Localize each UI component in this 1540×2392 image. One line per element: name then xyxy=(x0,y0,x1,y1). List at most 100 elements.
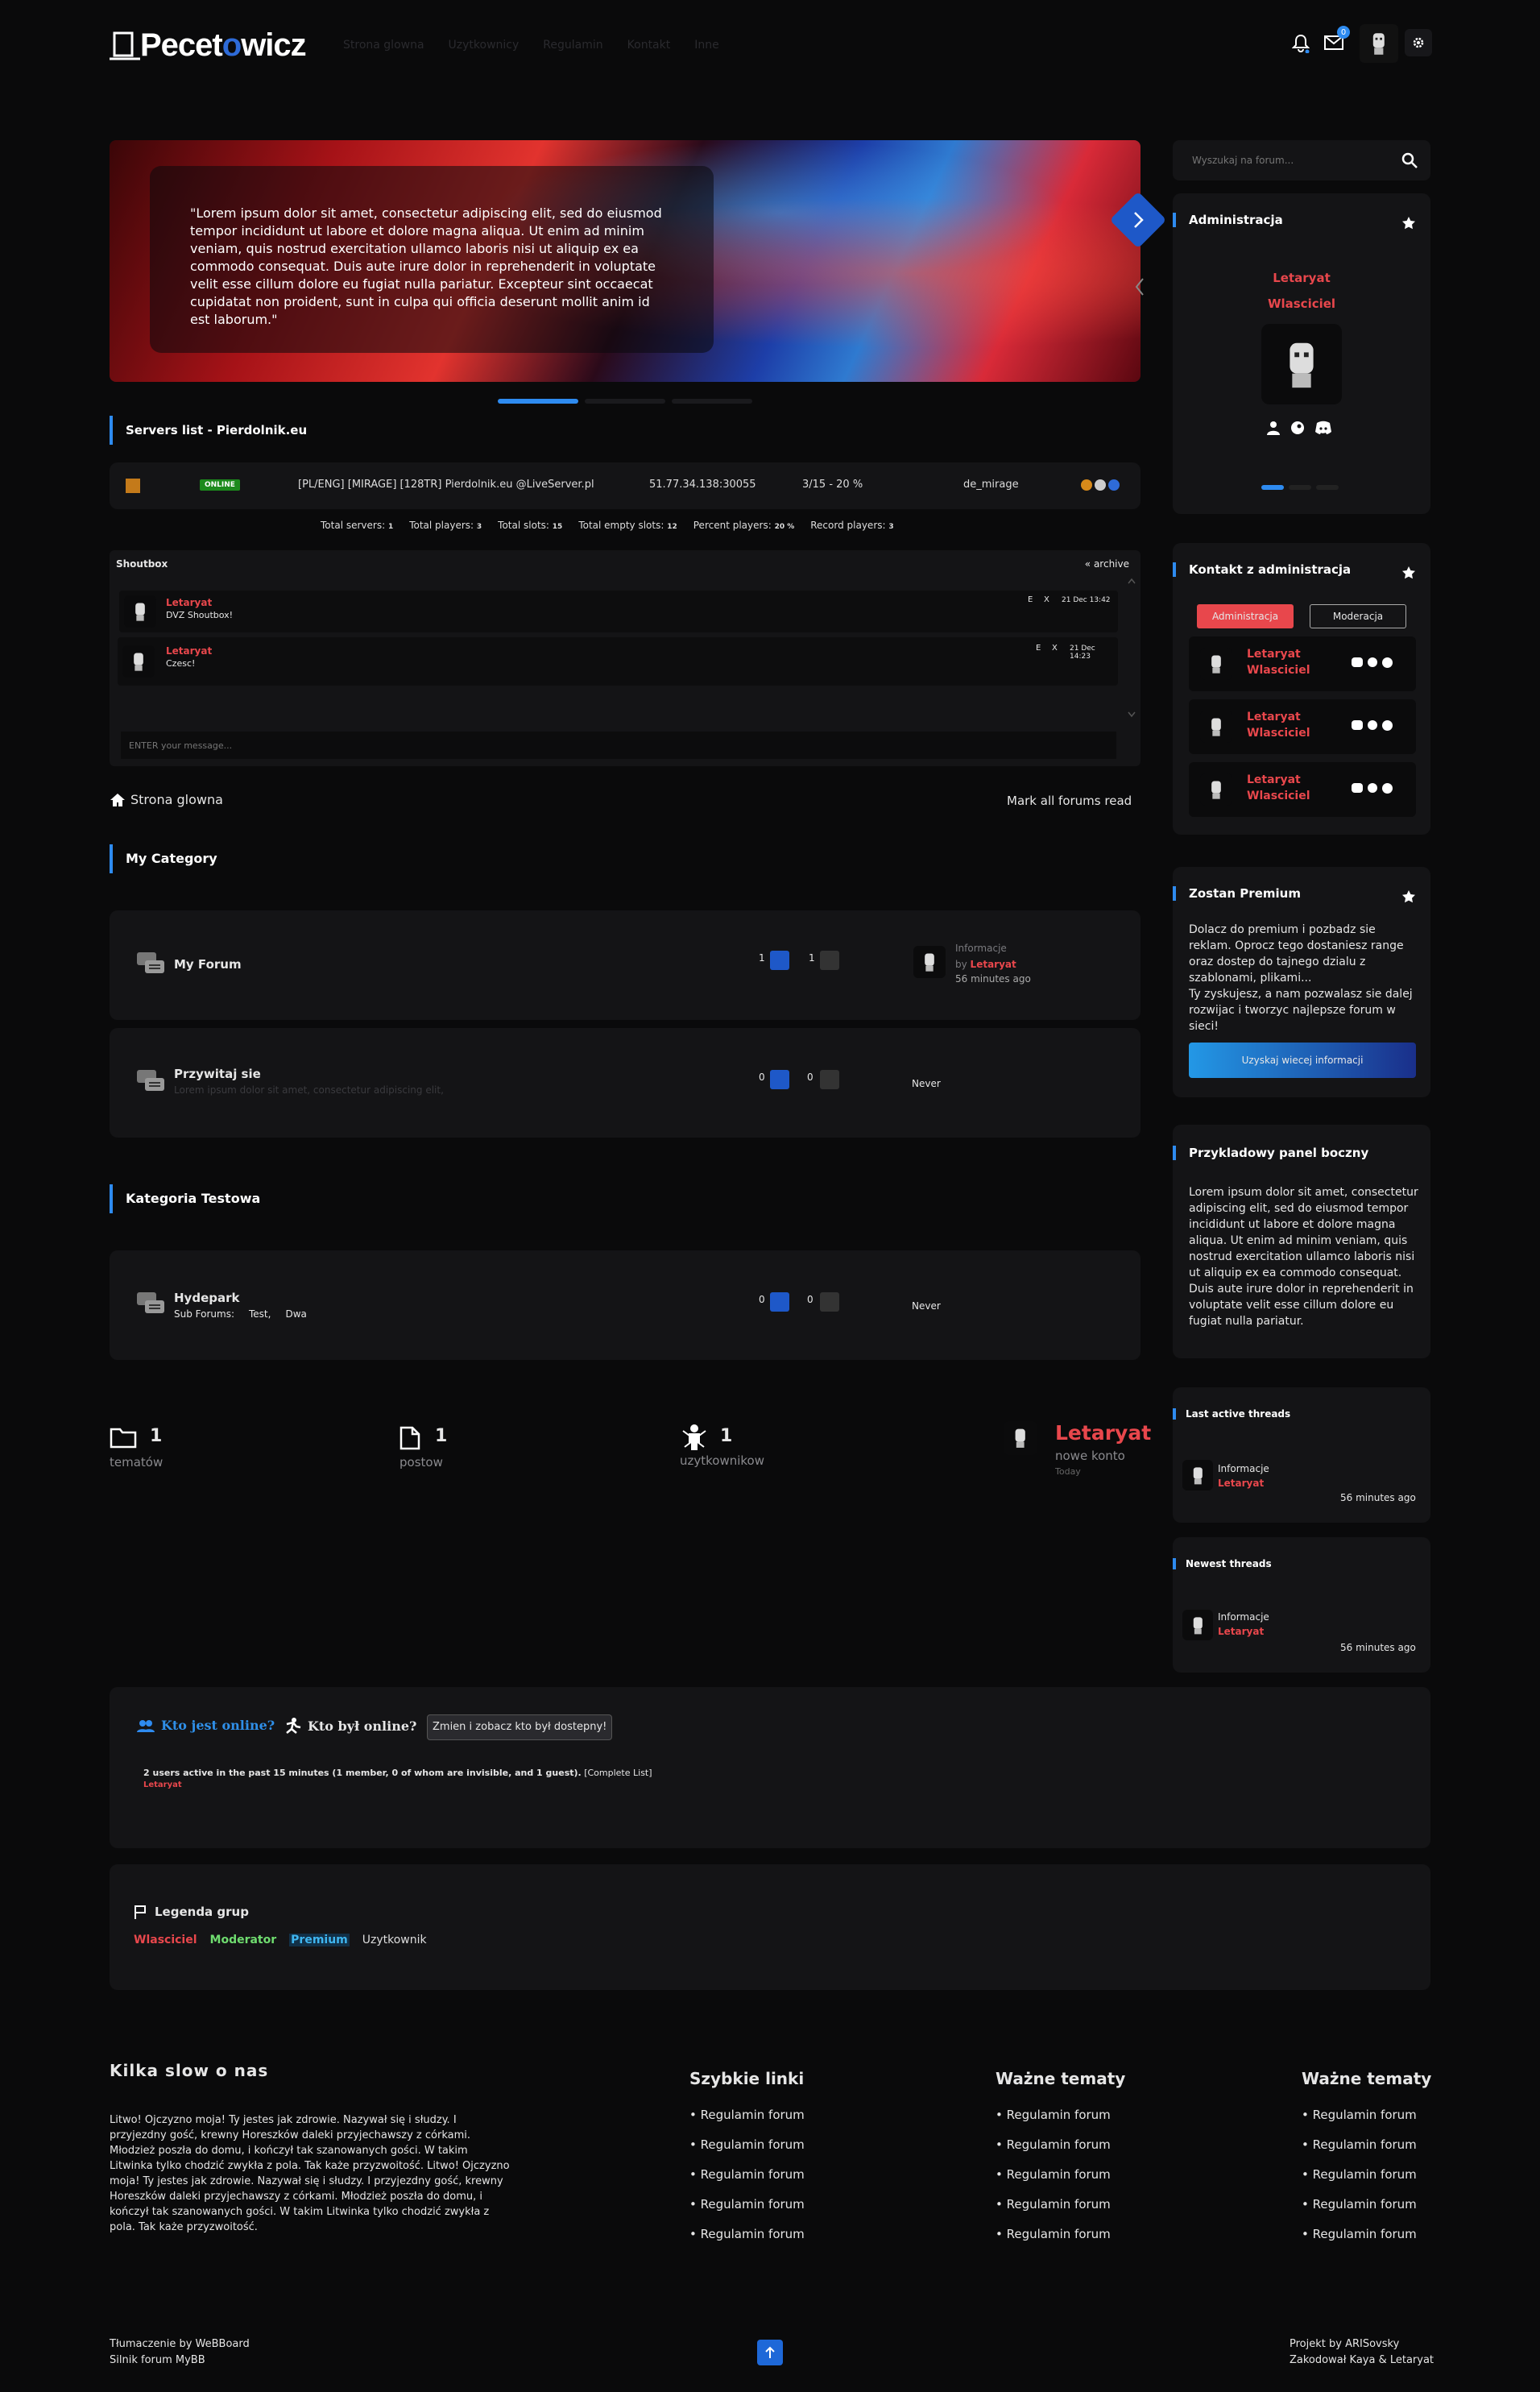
thread-avatar[interactable] xyxy=(1182,1610,1213,1640)
online-user[interactable]: Letaryat xyxy=(143,1781,182,1789)
footer-link[interactable]: Regulamin forum xyxy=(996,2197,1125,2212)
contact-member[interactable]: Letaryat Wlasciciel xyxy=(1189,762,1416,817)
thread-title[interactable]: Informacje xyxy=(1218,1463,1269,1474)
steam-icon[interactable] xyxy=(1382,720,1393,731)
thread-user[interactable]: Letaryat xyxy=(1218,1478,1264,1489)
thread-title[interactable]: Informacje xyxy=(1218,1611,1269,1623)
shout-edit[interactable]: E xyxy=(1036,644,1041,653)
premium-info-button[interactable]: Uzyskaj wiecej informacji xyxy=(1189,1043,1416,1078)
forum-name[interactable]: My Forum xyxy=(174,957,242,972)
discord-icon[interactable] xyxy=(1314,421,1332,435)
discord-icon[interactable] xyxy=(1352,783,1363,793)
code-credit[interactable]: Zakodował Kaya & Letaryat xyxy=(1290,2353,1434,2369)
steam-icon[interactable] xyxy=(1290,421,1305,435)
footer-link[interactable]: Regulamin forum xyxy=(689,2137,805,2152)
newest-user-avatar[interactable] xyxy=(1004,1421,1037,1455)
category-title[interactable]: My Category xyxy=(110,844,217,873)
tab-moderation[interactable]: Moderacja xyxy=(1310,604,1406,628)
search-input[interactable] xyxy=(1173,140,1390,180)
group-moderator[interactable]: Moderator xyxy=(210,1934,277,1946)
footer-link[interactable]: Regulamin forum xyxy=(1302,2137,1431,2152)
contact-member[interactable]: Letaryat Wlasciciel xyxy=(1189,636,1416,691)
carousel-dot[interactable] xyxy=(1289,485,1311,490)
chevron-left-icon[interactable] xyxy=(1134,277,1145,296)
footer-link[interactable]: Regulamin forum xyxy=(1302,2197,1431,2212)
complete-list-link[interactable]: [Complete List] xyxy=(584,1768,652,1778)
server-ip[interactable]: 51.77.34.138:30055 xyxy=(649,479,756,491)
forum-row[interactable]: Hydepark Sub Forums: Test, Dwa 0 0 Never xyxy=(110,1250,1141,1360)
category-title[interactable]: Kategoria Testowa xyxy=(110,1184,260,1213)
shout-avatar[interactable] xyxy=(122,645,155,678)
shout-avatar[interactable] xyxy=(124,595,156,628)
forum-row[interactable]: Przywitaj sie Lorem ipsum dolor sit amet… xyxy=(110,1028,1141,1138)
footer-link[interactable]: Regulamin forum xyxy=(689,2227,805,2241)
server-row[interactable]: ONLINE [PL/ENG] [MIRAGE] [128TR] Pierdol… xyxy=(110,462,1141,509)
scroll-down-icon[interactable] xyxy=(1128,711,1136,718)
steam-icon[interactable] xyxy=(1095,479,1106,491)
slider-dot-active[interactable] xyxy=(498,399,578,404)
footer-link[interactable]: Regulamin forum xyxy=(689,2197,805,2212)
steam-icon[interactable] xyxy=(1382,783,1393,794)
shout-user[interactable]: Letaryat xyxy=(166,645,212,657)
forum-name[interactable]: Przywitaj sie xyxy=(174,1067,261,1081)
user-icon[interactable] xyxy=(1368,720,1377,730)
nav-rules[interactable]: Regulamin xyxy=(543,39,602,52)
search-icon[interactable] xyxy=(1401,152,1418,168)
subforum-link[interactable]: Test, xyxy=(249,1308,271,1320)
subforum-link[interactable]: Dwa xyxy=(285,1308,306,1320)
footer-link[interactable]: Regulamin forum xyxy=(996,2137,1125,2152)
breadcrumb[interactable]: Strona glowna xyxy=(110,792,223,807)
group-premium[interactable]: Premium xyxy=(289,1934,350,1946)
shout-input[interactable] xyxy=(121,732,1116,759)
shout-user[interactable]: Letaryat xyxy=(166,597,212,608)
thread-user[interactable]: Letaryat xyxy=(1218,1626,1264,1637)
footer-link[interactable]: Regulamin forum xyxy=(996,2167,1125,2182)
nav-contact[interactable]: Kontakt xyxy=(627,39,671,52)
last-post-title[interactable]: Informacje xyxy=(955,943,1007,954)
scroll-top-button[interactable] xyxy=(757,2340,783,2365)
shoutbox-archive-link[interactable]: « archive xyxy=(1085,558,1129,570)
change-view-button[interactable]: Zmien i zobacz kto był dostepny! xyxy=(427,1714,613,1740)
scroll-up-icon[interactable] xyxy=(1128,578,1136,584)
carousel-dot[interactable] xyxy=(1261,485,1284,490)
nav-other[interactable]: Inne xyxy=(694,39,719,52)
user-icon[interactable] xyxy=(1368,783,1377,793)
group-owner[interactable]: Wlasciciel xyxy=(134,1934,197,1946)
forum-name[interactable]: Hydepark xyxy=(174,1291,239,1305)
footer-link[interactable]: Regulamin forum xyxy=(689,2167,805,2182)
nav-users[interactable]: Uzytkownicy xyxy=(449,39,520,52)
footer-link[interactable]: Regulamin forum xyxy=(1302,2108,1431,2122)
engine-credit[interactable]: Silnik forum MyBB xyxy=(110,2353,250,2369)
user-icon[interactable] xyxy=(1368,657,1377,667)
discord-icon[interactable] xyxy=(1352,720,1363,730)
slider-dot[interactable] xyxy=(585,399,665,404)
carousel-dot[interactable] xyxy=(1316,485,1339,490)
discord-icon[interactable] xyxy=(1352,657,1363,667)
gametracker-icon[interactable] xyxy=(1081,479,1092,491)
bell-icon[interactable] xyxy=(1291,34,1310,56)
nav-home[interactable]: Strona glowna xyxy=(343,39,424,52)
info-icon[interactable] xyxy=(1108,479,1120,491)
steam-icon[interactable] xyxy=(1382,657,1393,668)
design-credit[interactable]: Projekt by ARISovsky xyxy=(1290,2336,1434,2353)
slider-dot[interactable] xyxy=(672,399,752,404)
thread-avatar[interactable] xyxy=(1182,1460,1213,1490)
tab-administration[interactable]: Administracja xyxy=(1197,604,1294,628)
footer-link[interactable]: Regulamin forum xyxy=(1302,2167,1431,2182)
admin-user[interactable]: Letaryat xyxy=(1173,271,1430,285)
logo[interactable]: Pecetowicz xyxy=(110,27,307,64)
shout-delete[interactable]: X xyxy=(1052,644,1058,653)
footer-link[interactable]: Regulamin forum xyxy=(996,2227,1125,2241)
mail-icon[interactable]: 0 xyxy=(1324,26,1350,53)
mark-read-link[interactable]: Mark all forums read xyxy=(1007,794,1132,808)
breadcrumb-home[interactable]: Strona glowna xyxy=(130,792,223,807)
newest-user[interactable]: Letaryat xyxy=(1055,1421,1151,1445)
who-online-tab[interactable]: Kto jest online? xyxy=(137,1718,275,1733)
translation-credit[interactable]: Tłumaczenie by WeBBoard xyxy=(110,2336,250,2353)
user-avatar[interactable] xyxy=(1360,24,1398,63)
group-user[interactable]: Uzytkownik xyxy=(362,1934,427,1946)
admin-avatar[interactable] xyxy=(1261,324,1342,404)
footer-link[interactable]: Regulamin forum xyxy=(1302,2227,1431,2241)
settings-button[interactable] xyxy=(1405,29,1432,56)
shout-edit[interactable]: E xyxy=(1028,595,1033,604)
